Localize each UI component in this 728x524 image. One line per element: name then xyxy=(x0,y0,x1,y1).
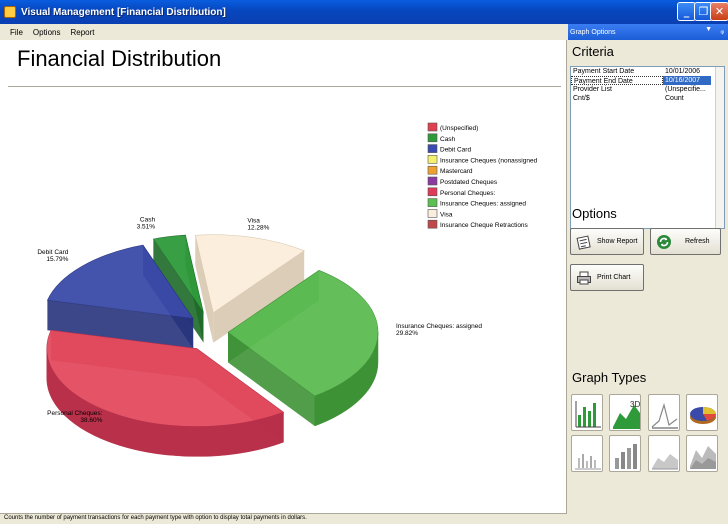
legend-swatch-debit-card xyxy=(427,144,438,153)
legend-swatch-unspecified xyxy=(427,122,438,132)
slice-label-personal-cheques: Personal Cheques: xyxy=(47,410,102,417)
show-report-button[interactable]: Show Report xyxy=(570,228,644,255)
show-report-label: Show Report xyxy=(597,238,638,245)
criteria-key: Provider List xyxy=(573,86,612,93)
criteria-key: Payment End Date xyxy=(571,76,663,85)
legend-swatch-visa xyxy=(427,209,438,218)
stacked-bar-chart-icon xyxy=(575,454,601,470)
stacked-bar-chart-type-button[interactable] xyxy=(571,435,603,472)
legend-swatch-insurance-cheque-retractions xyxy=(427,219,438,229)
legend-label-personal-cheques: Personal Cheques: xyxy=(440,190,495,197)
area-chart-type-button[interactable] xyxy=(648,435,680,472)
refresh-icon xyxy=(655,233,673,251)
chart-area: (Unspecified) Cash Debit Card Insurance Che… xyxy=(8,86,561,514)
legend-label-postdated-cheques: Postdated Cheques xyxy=(440,179,498,186)
menu-bar: File Options Report xyxy=(0,24,567,40)
criteria-scrollbar[interactable] xyxy=(715,67,724,228)
legend-label-cash: Cash xyxy=(440,136,456,143)
print-chart-label: Print Chart xyxy=(597,274,631,281)
legend-label-insurance-cheques-assigned: Insurance Cheques: assigned xyxy=(440,201,526,208)
criteria-title: Criteria xyxy=(572,44,614,59)
criteria-row-provider-list[interactable]: Provider List (Unspecifie... xyxy=(571,85,724,94)
bar-chart-icon xyxy=(575,401,601,428)
print-chart-button[interactable]: Print Chart xyxy=(570,264,644,291)
pie-chart-type-button[interactable] xyxy=(686,394,718,431)
criteria-row-end-date[interactable]: Payment End Date 10/16/2007 xyxy=(571,76,724,85)
main-area: Financial Distribution (Unspecified) Cash… xyxy=(0,40,567,516)
panel-header: Graph Options ▼ ᵩ xyxy=(568,24,728,40)
page-title: Financial Distribution xyxy=(17,46,222,71)
menu-report[interactable]: Report xyxy=(70,28,94,37)
legend-swatch-personal-cheques xyxy=(427,187,438,197)
graph-options-panel: Graph Options ▼ ᵩ Criteria Payment Start… xyxy=(568,24,728,524)
3d-area-chart-type-button[interactable]: 3D xyxy=(609,394,641,431)
slice-label-cash: Cash xyxy=(140,216,156,223)
pin-icon[interactable]: ᵩ xyxy=(720,26,724,35)
refresh-button[interactable]: Refresh xyxy=(650,228,721,255)
slice-value-personal-cheques: 38.60% xyxy=(80,417,102,424)
criteria-key: Cnt/$ xyxy=(573,95,590,102)
criteria-value: 10/01/2006 xyxy=(665,68,701,75)
legend-swatch-postdated-cheques xyxy=(427,176,438,186)
status-bar: Counts the number of payment transaction… xyxy=(0,513,567,524)
criteria-value: (Unspecifie... xyxy=(665,86,706,93)
menu-file[interactable]: File xyxy=(10,28,23,37)
legend-swatch-insurance-cheques-assigned xyxy=(427,198,438,207)
criteria-list[interactable]: Payment Start Date 10/01/2006 Payment En… xyxy=(570,66,725,229)
options-title: Options xyxy=(572,206,617,221)
pie-chart: (Unspecified) Cash Debit Card Insurance Che… xyxy=(37,122,538,457)
line-chart-type-button[interactable] xyxy=(648,394,680,431)
status-text: Counts the number of payment transaction… xyxy=(4,515,307,521)
legend-label-debit-card: Debit Card xyxy=(440,147,471,154)
bar-chart-type-button[interactable] xyxy=(571,394,603,431)
stacked-area-chart-icon xyxy=(690,446,716,469)
report-icon xyxy=(575,233,593,251)
line-chart-icon xyxy=(651,402,678,429)
criteria-row-empty xyxy=(571,103,724,112)
graph-types-title: Graph Types xyxy=(572,370,647,385)
slice-value-debit-card: 15.79% xyxy=(46,256,68,263)
printer-icon xyxy=(575,269,593,287)
app-icon xyxy=(4,6,16,18)
svg-text:3D: 3D xyxy=(630,400,640,409)
slice-value-visa: 12.28% xyxy=(247,224,269,231)
pie-chart-icon xyxy=(690,407,716,424)
legend-label-mastercard: Mastercard xyxy=(440,168,473,175)
criteria-key: Payment Start Date xyxy=(573,68,635,75)
3d-bar-chart-type-button[interactable] xyxy=(609,435,641,472)
criteria-row-start-date[interactable]: Payment Start Date 10/01/2006 xyxy=(571,67,724,76)
criteria-value: Count xyxy=(665,95,684,102)
window-title: Visual Management [Financial Distributio… xyxy=(21,6,226,18)
area-chart-icon xyxy=(652,454,678,470)
legend-swatch-mastercard xyxy=(427,165,438,175)
legend-swatch-cash xyxy=(427,133,438,143)
stacked-area-chart-type-button[interactable] xyxy=(686,435,718,472)
dropdown-arrow-icon[interactable]: ▼ xyxy=(705,26,712,33)
legend-swatch-insurance-cheques-nonassigned xyxy=(427,155,438,164)
menu-options[interactable]: Options xyxy=(33,28,61,37)
legend-label-insurance-cheques-nonassigned: Insurance Cheques (nonassigned xyxy=(440,157,538,164)
slice-label-visa: Visa xyxy=(247,217,260,224)
refresh-label: Refresh xyxy=(685,238,710,245)
close-button[interactable]: ✕ xyxy=(710,2,728,21)
legend-label-insurance-cheque-retractions: Insurance Cheque Retractions xyxy=(440,222,529,229)
slice-value-cash: 3.51% xyxy=(137,223,156,230)
legend-label-visa: Visa xyxy=(440,211,453,218)
criteria-value: 10/16/2007 xyxy=(663,76,711,85)
window-titlebar: Visual Management [Financial Distributio… xyxy=(0,0,728,24)
slice-value-insurance-cheques-assigned: 29.82% xyxy=(396,330,418,337)
panel-header-title: Graph Options xyxy=(570,28,616,36)
criteria-row-cnt[interactable]: Cnt/$ Count xyxy=(571,94,724,103)
3d-chart-icon: 3D xyxy=(613,400,640,429)
3d-bar-chart-icon xyxy=(615,444,637,469)
slice-label-insurance-cheques-assigned: Insurance Cheques: assigned xyxy=(396,323,482,330)
legend-label-unspecified: (Unspecified) xyxy=(440,125,478,132)
slice-label-debit-card: Debit Card xyxy=(37,249,68,256)
